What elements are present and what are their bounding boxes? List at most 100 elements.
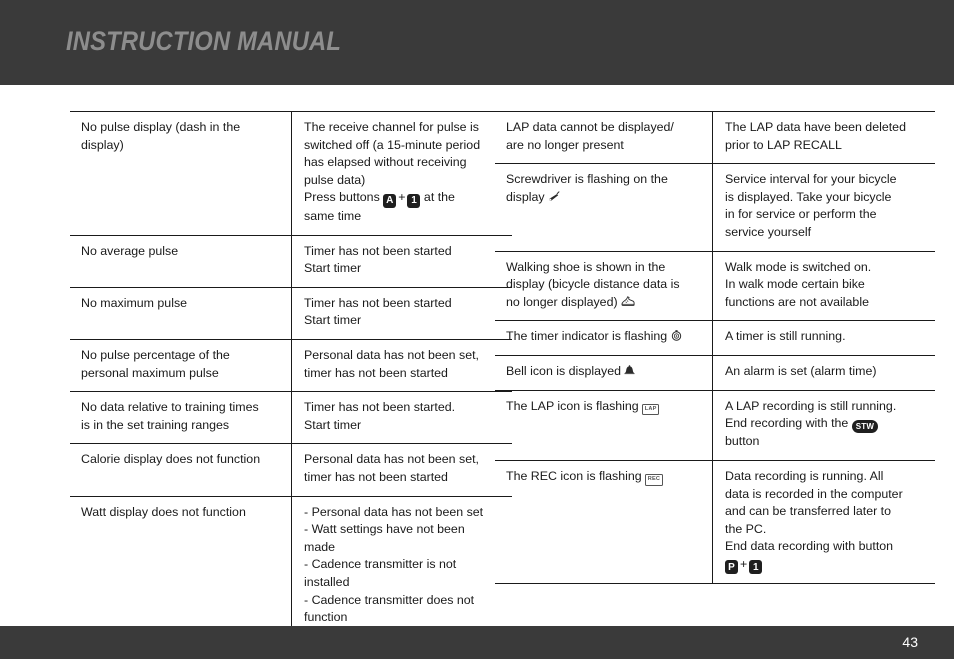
timer-icon [671, 330, 681, 342]
symptom-cell: The LAP icon is flashing LAP [495, 389, 713, 461]
screwdriver-icon [549, 191, 560, 201]
table-row: The LAP icon is flashing LAP A LAP recor… [495, 389, 935, 461]
cause-line: functions are not available [725, 294, 869, 309]
symptom-text: The LAP icon is flashing [506, 398, 639, 413]
cause-cell: Walk mode is switched on. In walk mode c… [712, 250, 935, 321]
symptom-line-with-icon: The REC icon is flashing REC [506, 468, 704, 486]
table-row: The REC icon is flashing REC Data record… [495, 459, 935, 585]
table-row: No data relative to training times is in… [70, 391, 512, 444]
symptom-line: display) [81, 137, 124, 152]
table-row: No pulse percentage of the personal maxi… [70, 338, 512, 392]
table-row: LAP data cannot be displayed/ are no lon… [495, 110, 935, 164]
cause-cell: Personal data has not been set, timer ha… [291, 443, 512, 497]
plus-symbol: + [740, 556, 748, 571]
troubleshooting-table-left: No pulse display (dash in the display) T… [70, 111, 512, 637]
cause-line: Personal data has not been set, [304, 452, 479, 467]
symptom-cell: Walking shoe is shown in the display (bi… [495, 250, 713, 321]
cause-line: function [304, 610, 348, 625]
stw-button-icon: STW [851, 420, 879, 434]
table-row: Calorie display does not function Person… [70, 443, 512, 497]
cause-cell: An alarm is set (alarm time) [712, 355, 935, 391]
lap-icon: LAP [642, 403, 660, 416]
cause-cell: Timer has not been started. Start timer [291, 391, 512, 444]
button-1-icon: 1 [407, 193, 421, 208]
cause-line: - Watt settings have not been [304, 522, 465, 537]
cause-line: is displayed. Take your bicycle [725, 189, 892, 204]
symptom-text: Bell icon is displayed [506, 364, 622, 379]
symptom-cell: Calorie display does not function [70, 443, 292, 497]
symptom-line: No average pulse [81, 243, 179, 258]
cause-line: An alarm is set (alarm time) [725, 364, 877, 379]
cause-line: in for service or perform the [725, 207, 877, 222]
cause-line: made [304, 539, 335, 554]
symptom-cell: No data relative to training times is in… [70, 391, 292, 444]
cause-line: data is recorded in the computer [725, 486, 903, 501]
cause-line: the PC. [725, 521, 767, 536]
cause-line: has elapsed without receiving [304, 155, 467, 170]
symptom-cell: No pulse display (dash in the display) [70, 111, 292, 236]
page-title: INSTRUCTION MANUAL [66, 26, 342, 56]
symptom-line-with-icon: display [506, 189, 704, 207]
press-buttons-label: Press buttons [304, 190, 380, 205]
cause-cell: - Personal data has not been set - Watt … [291, 495, 512, 637]
table-row: The timer indicator is flashing A timer … [495, 320, 935, 356]
cause-line: installed [304, 575, 350, 590]
cause-line: button [725, 434, 760, 449]
symptom-line: Screwdriver is flashing on the [506, 172, 668, 187]
cause-line: Start timer [304, 313, 362, 328]
troubleshooting-table-right: LAP data cannot be displayed/ are no lon… [495, 110, 935, 585]
symptom-text: display [506, 189, 545, 204]
table-row: Bell icon is displayed An alarm is set (… [495, 355, 935, 391]
symptom-line-with-icon: Bell icon is displayed [506, 363, 704, 381]
cause-line: Walk mode is switched on. [725, 259, 872, 274]
symptom-line: No pulse percentage of the [81, 347, 230, 362]
symptom-cell: The REC icon is flashing REC [495, 459, 713, 585]
symptom-line: No maximum pulse [81, 295, 188, 310]
cause-line-with-button: End recording with the STW [725, 415, 925, 434]
symptom-line-with-icon: The LAP icon is flashing LAP [506, 398, 704, 416]
cause-line: Timer has not been started [304, 295, 452, 310]
cause-cell: The LAP data have been deleted prior to … [712, 110, 935, 164]
cause-line: Start timer [304, 417, 362, 432]
cause-cell: Timer has not been started Start timer [291, 234, 512, 288]
cause-line: Service interval for your bicycle [725, 172, 897, 187]
symptom-line: are no longer present [506, 137, 624, 152]
cause-line: service yourself [725, 225, 812, 240]
cause-line: and can be transferred later to [725, 504, 891, 519]
cause-cell: Timer has not been started Start timer [291, 286, 512, 340]
symptom-line: Calorie display does not function [81, 452, 261, 467]
page-header: INSTRUCTION MANUAL [0, 0, 954, 85]
button-a-icon: A [383, 193, 397, 208]
press-buttons-suffix: at the [423, 190, 455, 205]
plus-symbol: + [398, 190, 406, 205]
table-row: Watt display does not function - Persona… [70, 495, 512, 637]
symptom-text: no longer displayed) [506, 294, 618, 309]
symptom-text: The timer indicator is flashing [506, 329, 668, 344]
cause-line-buttons: P +1 [725, 556, 925, 575]
table-row: Screwdriver is flashing on the display S… [495, 163, 935, 252]
symptom-cell: Bell icon is displayed [495, 355, 713, 391]
cause-line: Timer has not been started. [304, 400, 456, 415]
cause-cell: Service interval for your bicycle is dis… [712, 163, 935, 252]
cause-cell: A LAP recording is still running. End re… [712, 389, 935, 461]
cause-line: timer has not been started [304, 365, 448, 380]
cause-line: timer has not been started [304, 470, 448, 485]
cause-line: - Cadence transmitter does not [304, 592, 475, 607]
cause-line: Personal data has not been set, [304, 347, 479, 362]
bell-icon [624, 365, 635, 375]
cause-line: - Cadence transmitter is not [304, 557, 457, 572]
cause-cell: Data recording is running. All data is r… [712, 459, 935, 585]
cause-cell: The receive channel for pulse is switche… [291, 111, 512, 236]
symptom-line: Walking shoe is shown in the [506, 259, 666, 274]
cause-line: End data recording with button [725, 539, 894, 554]
cause-line: prior to LAP RECALL [725, 137, 842, 152]
symptom-cell: The timer indicator is flashing [495, 320, 713, 356]
table-row: No average pulse Timer has not been star… [70, 234, 512, 288]
symptom-cell: No maximum pulse [70, 286, 292, 340]
cause-cell: Personal data has not been set, timer ha… [291, 338, 512, 392]
symptom-cell: LAP data cannot be displayed/ are no lon… [495, 110, 713, 164]
page-footer: 43 [0, 626, 954, 659]
symptom-line-with-icon: The timer indicator is flashing [506, 328, 704, 346]
cause-line: switched off (a 15-minute period [304, 137, 481, 152]
symptom-cell: Screwdriver is flashing on the display [495, 163, 713, 252]
